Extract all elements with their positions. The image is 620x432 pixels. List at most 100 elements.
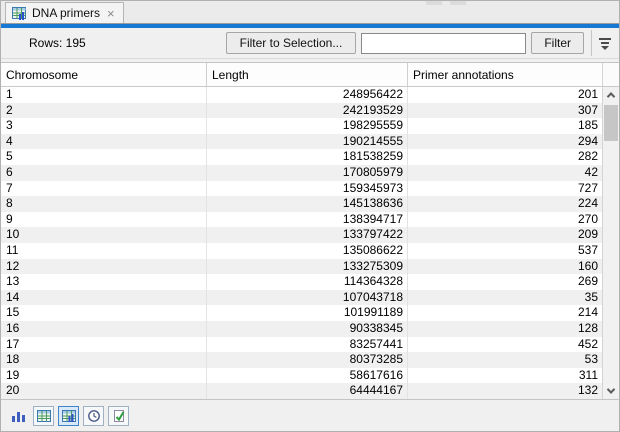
cell-primer-annotations: 537 bbox=[408, 243, 602, 259]
view-mode-bar bbox=[1, 400, 619, 431]
cell-primer-annotations: 201 bbox=[408, 87, 602, 103]
table-view-icon[interactable] bbox=[33, 406, 54, 426]
cell-length: 133275309 bbox=[207, 259, 408, 275]
filter-to-selection-button[interactable]: Filter to Selection... bbox=[226, 32, 357, 54]
cell-primer-annotations: 53 bbox=[408, 352, 602, 368]
tab-close-icon[interactable]: × bbox=[107, 7, 115, 20]
cell-chromosome: 16 bbox=[1, 321, 207, 337]
cell-length: 190214555 bbox=[207, 134, 408, 150]
table-row[interactable]: 19 58617616 311 bbox=[1, 368, 602, 384]
cell-length: 114364328 bbox=[207, 274, 408, 290]
column-header-length[interactable]: Length bbox=[207, 63, 408, 86]
cell-length: 133797422 bbox=[207, 227, 408, 243]
cell-chromosome: 3 bbox=[1, 118, 207, 134]
cell-chromosome: 12 bbox=[1, 259, 207, 275]
history-view-icon[interactable] bbox=[83, 406, 104, 426]
dna-primers-table-window: DNA primers × Rows: 195 Filter to Select… bbox=[0, 0, 620, 432]
table-row[interactable]: 7 159345973 727 bbox=[1, 181, 602, 197]
cell-length: 198295559 bbox=[207, 118, 408, 134]
document-check-icon bbox=[112, 409, 126, 423]
toolbar-separator bbox=[591, 30, 592, 56]
cell-primer-annotations: 282 bbox=[408, 149, 602, 165]
table-toolbar: Rows: 195 Filter to Selection... Filter bbox=[1, 28, 619, 59]
clock-icon bbox=[87, 409, 101, 423]
cell-length: 181538259 bbox=[207, 149, 408, 165]
cell-length: 248956422 bbox=[207, 87, 408, 103]
table-row[interactable]: 17 83257441 452 bbox=[1, 337, 602, 353]
cell-primer-annotations: 132 bbox=[408, 383, 602, 399]
cell-primer-annotations: 224 bbox=[408, 196, 602, 212]
cell-chromosome: 5 bbox=[1, 149, 207, 165]
table-row[interactable]: 20 64444167 132 bbox=[1, 383, 602, 399]
scroll-down-button[interactable] bbox=[603, 383, 619, 399]
cell-chromosome: 7 bbox=[1, 181, 207, 197]
table-header-row: Chromosome Length Primer annotations bbox=[1, 63, 602, 87]
table-row[interactable]: 8 145138636 224 bbox=[1, 196, 602, 212]
scrollbar-thumb[interactable] bbox=[604, 105, 618, 141]
cell-length: 58617616 bbox=[207, 368, 408, 384]
cell-length: 83257441 bbox=[207, 337, 408, 353]
cell-length: 170805979 bbox=[207, 165, 408, 181]
cell-primer-annotations: 727 bbox=[408, 181, 602, 197]
table-row[interactable]: 12 133275309 160 bbox=[1, 259, 602, 275]
cell-primer-annotations: 294 bbox=[408, 134, 602, 150]
cell-chromosome: 4 bbox=[1, 134, 207, 150]
table-row[interactable]: 10 133797422 209 bbox=[1, 227, 602, 243]
cell-primer-annotations: 42 bbox=[408, 165, 602, 181]
cell-chromosome: 8 bbox=[1, 196, 207, 212]
table-row[interactable]: 6 170805979 42 bbox=[1, 165, 602, 181]
column-header-chromosome[interactable]: Chromosome bbox=[1, 63, 207, 86]
cell-chromosome: 1 bbox=[1, 87, 207, 103]
scroll-up-button[interactable] bbox=[603, 87, 619, 103]
table-row[interactable]: 3 198295559 185 bbox=[1, 118, 602, 134]
cell-primer-annotations: 270 bbox=[408, 212, 602, 228]
table-row[interactable]: 18 80373285 53 bbox=[1, 352, 602, 368]
chevron-up-icon bbox=[607, 92, 615, 100]
advanced-filter-icon[interactable] bbox=[597, 36, 613, 51]
table-body: 1 248956422 201 2 242193529 307 3 198295… bbox=[1, 87, 602, 399]
table-row[interactable]: 14 107043718 35 bbox=[1, 290, 602, 306]
element-info-view-icon[interactable] bbox=[108, 406, 129, 426]
table-chart-icon bbox=[12, 7, 27, 20]
chart-view-icon[interactable] bbox=[8, 406, 29, 426]
cell-chromosome: 18 bbox=[1, 352, 207, 368]
table-row[interactable]: 9 138394717 270 bbox=[1, 212, 602, 228]
cell-length: 107043718 bbox=[207, 290, 408, 306]
column-header-primer-annotations[interactable]: Primer annotations bbox=[408, 63, 602, 86]
table-row[interactable]: 11 135086622 537 bbox=[1, 243, 602, 259]
table-row[interactable]: 2 242193529 307 bbox=[1, 103, 602, 119]
filter-button[interactable]: Filter bbox=[531, 32, 584, 54]
cell-primer-annotations: 209 bbox=[408, 227, 602, 243]
tab-dna-primers[interactable]: DNA primers × bbox=[5, 2, 124, 23]
cell-chromosome: 11 bbox=[1, 243, 207, 259]
cell-primer-annotations: 35 bbox=[408, 290, 602, 306]
cell-primer-annotations: 128 bbox=[408, 321, 602, 337]
cell-primer-annotations: 452 bbox=[408, 337, 602, 353]
table-row[interactable]: 5 181538259 282 bbox=[1, 149, 602, 165]
cell-primer-annotations: 160 bbox=[408, 259, 602, 275]
cell-length: 64444167 bbox=[207, 383, 408, 399]
cell-length: 135086622 bbox=[207, 243, 408, 259]
cell-length: 90338345 bbox=[207, 321, 408, 337]
cell-primer-annotations: 311 bbox=[408, 368, 602, 384]
cell-chromosome: 17 bbox=[1, 337, 207, 353]
table-row[interactable]: 15 101991189 214 bbox=[1, 305, 602, 321]
cell-chromosome: 20 bbox=[1, 383, 207, 399]
cell-chromosome: 13 bbox=[1, 274, 207, 290]
table-row[interactable]: 4 190214555 294 bbox=[1, 134, 602, 150]
cell-chromosome: 15 bbox=[1, 305, 207, 321]
data-table-panel: Chromosome Length Primer annotations 1 2… bbox=[1, 62, 619, 400]
cell-primer-annotations: 307 bbox=[408, 103, 602, 119]
filter-input[interactable] bbox=[361, 33, 526, 54]
cell-length: 159345973 bbox=[207, 181, 408, 197]
table-row[interactable]: 16 90338345 128 bbox=[1, 321, 602, 337]
vertical-scrollbar[interactable] bbox=[602, 63, 619, 399]
chevron-down-icon bbox=[607, 385, 615, 393]
table-row[interactable]: 1 248956422 201 bbox=[1, 87, 602, 103]
scrollbar-track[interactable] bbox=[603, 103, 619, 383]
cell-chromosome: 2 bbox=[1, 103, 207, 119]
scrollbar-header-corner bbox=[603, 63, 619, 87]
table-row[interactable]: 13 114364328 269 bbox=[1, 274, 602, 290]
table-chart-view-icon[interactable] bbox=[58, 406, 79, 426]
cell-primer-annotations: 185 bbox=[408, 118, 602, 134]
